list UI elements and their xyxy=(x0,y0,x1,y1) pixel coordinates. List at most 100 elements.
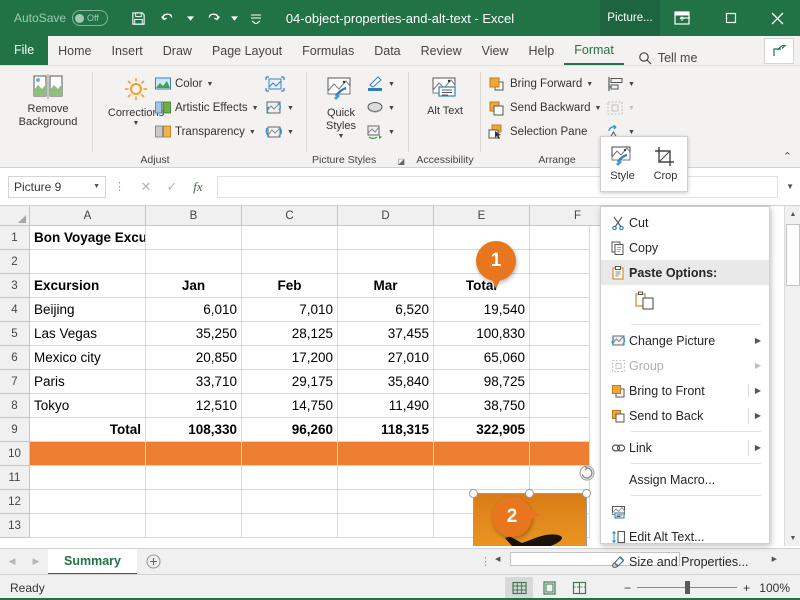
cell-A1[interactable]: Bon Voyage Excursions xyxy=(30,226,146,250)
align-button[interactable]: ▼ xyxy=(606,72,635,96)
column-header-c[interactable]: C xyxy=(242,206,338,226)
context-menu-item-cut[interactable]: Cut xyxy=(601,210,769,235)
cell-B10[interactable] xyxy=(146,442,242,466)
scroll-up-icon[interactable]: ▲ xyxy=(785,206,800,222)
cell-A5[interactable]: Las Vegas xyxy=(30,322,146,346)
vertical-scrollbar[interactable]: ▲ ▼ xyxy=(784,206,800,546)
cell-B5[interactable]: 35,250 xyxy=(146,322,242,346)
undo-icon[interactable] xyxy=(154,5,182,31)
row-header-8[interactable]: 8 xyxy=(0,394,30,418)
color-dropdown-icon[interactable]: ▼ xyxy=(206,81,213,88)
send-backward-dropdown-icon[interactable]: ▼ xyxy=(595,105,602,112)
tab-home[interactable]: Home xyxy=(48,37,101,65)
tab-data[interactable]: Data xyxy=(364,37,410,65)
cell-D7[interactable]: 35,840 xyxy=(338,370,434,394)
autosave-toggle[interactable]: AutoSave Off xyxy=(14,10,109,26)
cell-B1[interactable] xyxy=(146,226,242,250)
quick-styles-dropdown-icon[interactable]: ▼ xyxy=(338,133,345,140)
column-header-a[interactable]: A xyxy=(30,206,146,226)
context-menu-item-copy[interactable]: Copy xyxy=(601,235,769,260)
row-header-12[interactable]: 12 xyxy=(0,490,30,514)
fx-icon[interactable]: fx xyxy=(185,176,211,198)
customize-qat-icon[interactable] xyxy=(242,5,270,31)
row-header-10[interactable]: 10 xyxy=(0,442,30,466)
normal-view-icon[interactable] xyxy=(505,576,533,599)
cell-F9[interactable] xyxy=(530,418,590,442)
cell-E8[interactable]: 38,750 xyxy=(434,394,530,418)
check-icon[interactable]: ✓ xyxy=(159,176,185,198)
picture-effects-button[interactable]: ▼ xyxy=(366,96,395,120)
rotate-dropdown-icon[interactable]: ▼ xyxy=(628,129,635,136)
mini-crop-button[interactable]: Crop xyxy=(644,137,687,191)
formula-expand-icon[interactable]: ▼ xyxy=(786,182,794,191)
color-button[interactable]: Color ▼ xyxy=(155,72,259,96)
cell-A6[interactable]: Mexico city xyxy=(30,346,146,370)
zoom-out-button[interactable]: − xyxy=(624,581,631,595)
transparency-button[interactable]: Transparency ▼ xyxy=(155,120,259,144)
cell-D5[interactable]: 37,455 xyxy=(338,322,434,346)
close-icon[interactable] xyxy=(754,0,800,36)
cell-E5[interactable]: 100,830 xyxy=(434,322,530,346)
cell-C6[interactable]: 17,200 xyxy=(242,346,338,370)
tab-view[interactable]: View xyxy=(472,37,519,65)
context-menu-item-edit-alt-text[interactable] xyxy=(601,499,769,524)
selection-pane-button[interactable]: Selection Pane xyxy=(488,120,601,144)
cell-F8[interactable] xyxy=(530,394,590,418)
rotate-handle[interactable] xyxy=(578,464,596,482)
sheet-prev-icon[interactable]: ◀ xyxy=(0,556,24,567)
undo-dropdown-icon[interactable] xyxy=(184,5,196,31)
cell-C1[interactable] xyxy=(242,226,338,250)
row-header-6[interactable]: 6 xyxy=(0,346,30,370)
cell-A3[interactable]: Excursion xyxy=(30,274,146,298)
vertical-scroll-thumb[interactable] xyxy=(786,224,800,286)
context-menu-item-link[interactable]: Link ▶ xyxy=(601,435,769,460)
bring-forward-dropdown-icon[interactable]: ▼ xyxy=(586,81,593,88)
zoom-slider-knob[interactable] xyxy=(684,581,690,594)
cell-C10[interactable] xyxy=(242,442,338,466)
cell-B9[interactable]: 108,330 xyxy=(146,418,242,442)
bring-forward-button[interactable]: Bring Forward ▼ xyxy=(488,72,601,96)
sheet-next-icon[interactable]: ▶ xyxy=(24,556,48,567)
name-box-dropdown-icon[interactable]: ▼ xyxy=(93,183,100,190)
cell-C9[interactable]: 96,260 xyxy=(242,418,338,442)
cell-B7[interactable]: 33,710 xyxy=(146,370,242,394)
artistic-effects-button[interactable]: Artistic Effects ▼ xyxy=(155,96,259,120)
cell-D8[interactable]: 11,490 xyxy=(338,394,434,418)
cell-B2[interactable] xyxy=(146,250,242,274)
group-dropdown-icon[interactable]: ▼ xyxy=(628,105,635,112)
cell-D6[interactable]: 27,010 xyxy=(338,346,434,370)
cell-F3[interactable] xyxy=(530,274,590,298)
cell-F2[interactable] xyxy=(530,250,590,274)
context-menu-item-bring-to-front[interactable]: Bring to Front ▶ xyxy=(601,378,769,403)
cell-D10[interactable] xyxy=(338,442,434,466)
zoom-slider[interactable] xyxy=(636,581,737,595)
cell-D9[interactable]: 118,315 xyxy=(338,418,434,442)
cell-B12[interactable] xyxy=(146,490,242,514)
zoom-in-button[interactable]: + xyxy=(743,581,750,595)
cell-B8[interactable]: 12,510 xyxy=(146,394,242,418)
change-picture-ribbon-button[interactable]: ▼ xyxy=(265,96,294,120)
alt-text-button[interactable]: Alt Text xyxy=(420,70,470,118)
compress-pictures-button[interactable] xyxy=(265,72,294,96)
redo-icon[interactable] xyxy=(198,5,226,31)
column-header-d[interactable]: D xyxy=(338,206,434,226)
context-menu-item-format-picture[interactable]: Size and Properties... xyxy=(601,549,769,574)
artistic-effects-dropdown-icon[interactable]: ▼ xyxy=(252,105,259,112)
resize-handle-nw[interactable] xyxy=(469,489,478,498)
cell-D1[interactable] xyxy=(338,226,434,250)
row-header-1[interactable]: 1 xyxy=(0,226,30,250)
scroll-down-icon[interactable]: ▼ xyxy=(785,530,800,546)
minimize-icon[interactable] xyxy=(662,0,708,36)
cell-D11[interactable] xyxy=(338,466,434,490)
remove-background-button[interactable]: Remove Background xyxy=(8,68,88,129)
resize-handle-ne[interactable] xyxy=(582,489,591,498)
row-header-4[interactable]: 4 xyxy=(0,298,30,322)
name-box[interactable]: Picture 9 ▼ xyxy=(8,175,106,198)
picture-border-dropdown-icon[interactable]: ▼ xyxy=(388,81,395,88)
context-menu-item-assign-macro[interactable]: Assign Macro... xyxy=(601,467,769,492)
add-sheet-icon[interactable] xyxy=(137,554,171,569)
formula-input[interactable] xyxy=(217,175,778,198)
transparency-dropdown-icon[interactable]: ▼ xyxy=(249,129,256,136)
reset-picture-dropdown-icon[interactable]: ▼ xyxy=(287,129,294,136)
column-header-e[interactable]: E xyxy=(434,206,530,226)
